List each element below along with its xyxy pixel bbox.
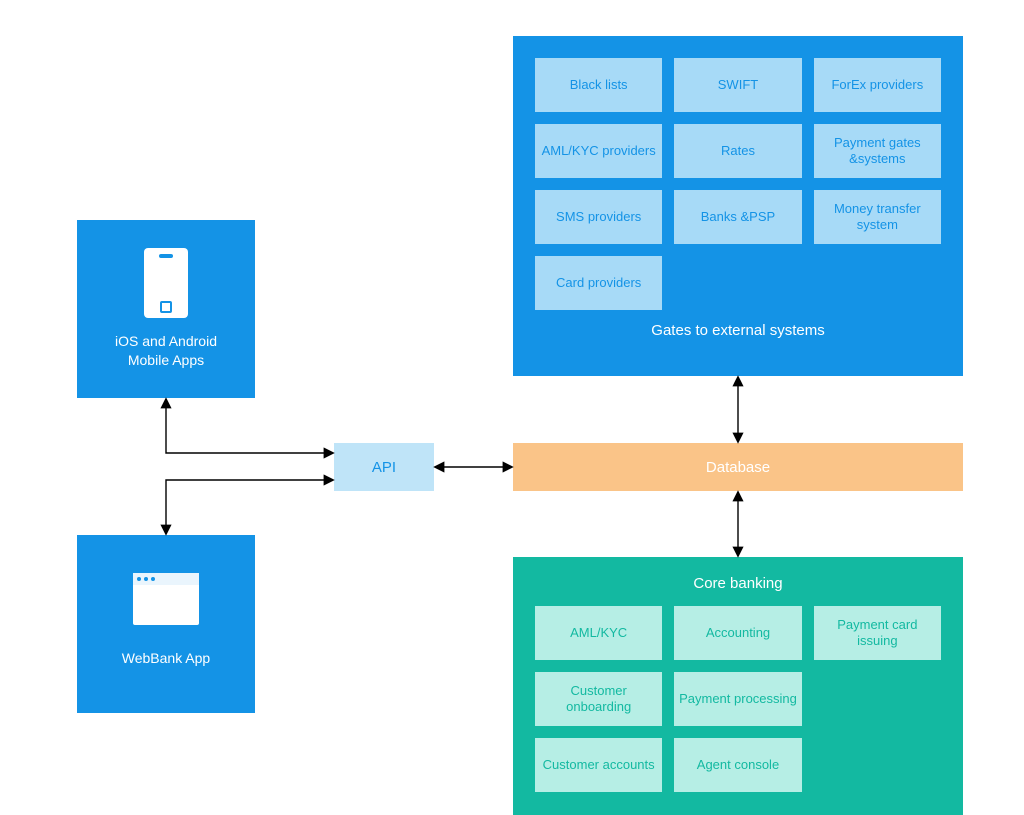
arrow-mobile-api <box>166 400 332 453</box>
external-chip-grid: Black lists SWIFT ForEx providers AML/KY… <box>535 58 941 310</box>
mobile-apps-caption: iOS and Android Mobile Apps <box>77 332 255 370</box>
browser-window-icon <box>133 573 199 625</box>
external-chip: Money transfer system <box>814 190 941 244</box>
core-chip: Accounting <box>674 606 801 660</box>
database-label: Database <box>706 459 770 476</box>
webbank-tile: WebBank App <box>77 535 255 713</box>
database-box: Database <box>513 443 963 491</box>
external-chip: Black lists <box>535 58 662 112</box>
api-box: API <box>334 443 434 491</box>
external-systems-box: Black lists SWIFT ForEx providers AML/KY… <box>513 36 963 376</box>
external-chip: Card providers <box>535 256 662 310</box>
mobile-apps-caption-line2: Mobile Apps <box>128 352 204 368</box>
arrow-web-api <box>166 480 332 533</box>
core-banking-title: Core banking <box>535 575 941 592</box>
external-chip: Banks &PSP <box>674 190 801 244</box>
phone-icon <box>144 248 188 318</box>
mobile-apps-tile: iOS and Android Mobile Apps <box>77 220 255 398</box>
core-chip-grid: AML/KYC Accounting Payment card issuing … <box>535 606 941 792</box>
core-banking-box: Core banking AML/KYC Accounting Payment … <box>513 557 963 815</box>
core-chip: Payment card issuing <box>814 606 941 660</box>
external-chip: SMS providers <box>535 190 662 244</box>
external-chip: SWIFT <box>674 58 801 112</box>
external-chip: Payment gates &systems <box>814 124 941 178</box>
external-chip: AML/KYC providers <box>535 124 662 178</box>
core-chip: Payment processing <box>674 672 801 726</box>
external-systems-title: Gates to external systems <box>535 322 941 339</box>
api-label: API <box>372 459 396 476</box>
core-chip: Agent console <box>674 738 801 792</box>
mobile-apps-caption-line1: iOS and Android <box>115 333 217 349</box>
core-chip: AML/KYC <box>535 606 662 660</box>
external-chip: ForEx providers <box>814 58 941 112</box>
external-chip: Rates <box>674 124 801 178</box>
core-chip: Customer accounts <box>535 738 662 792</box>
core-chip: Customer onboarding <box>535 672 662 726</box>
webbank-caption: WebBank App <box>77 649 255 668</box>
